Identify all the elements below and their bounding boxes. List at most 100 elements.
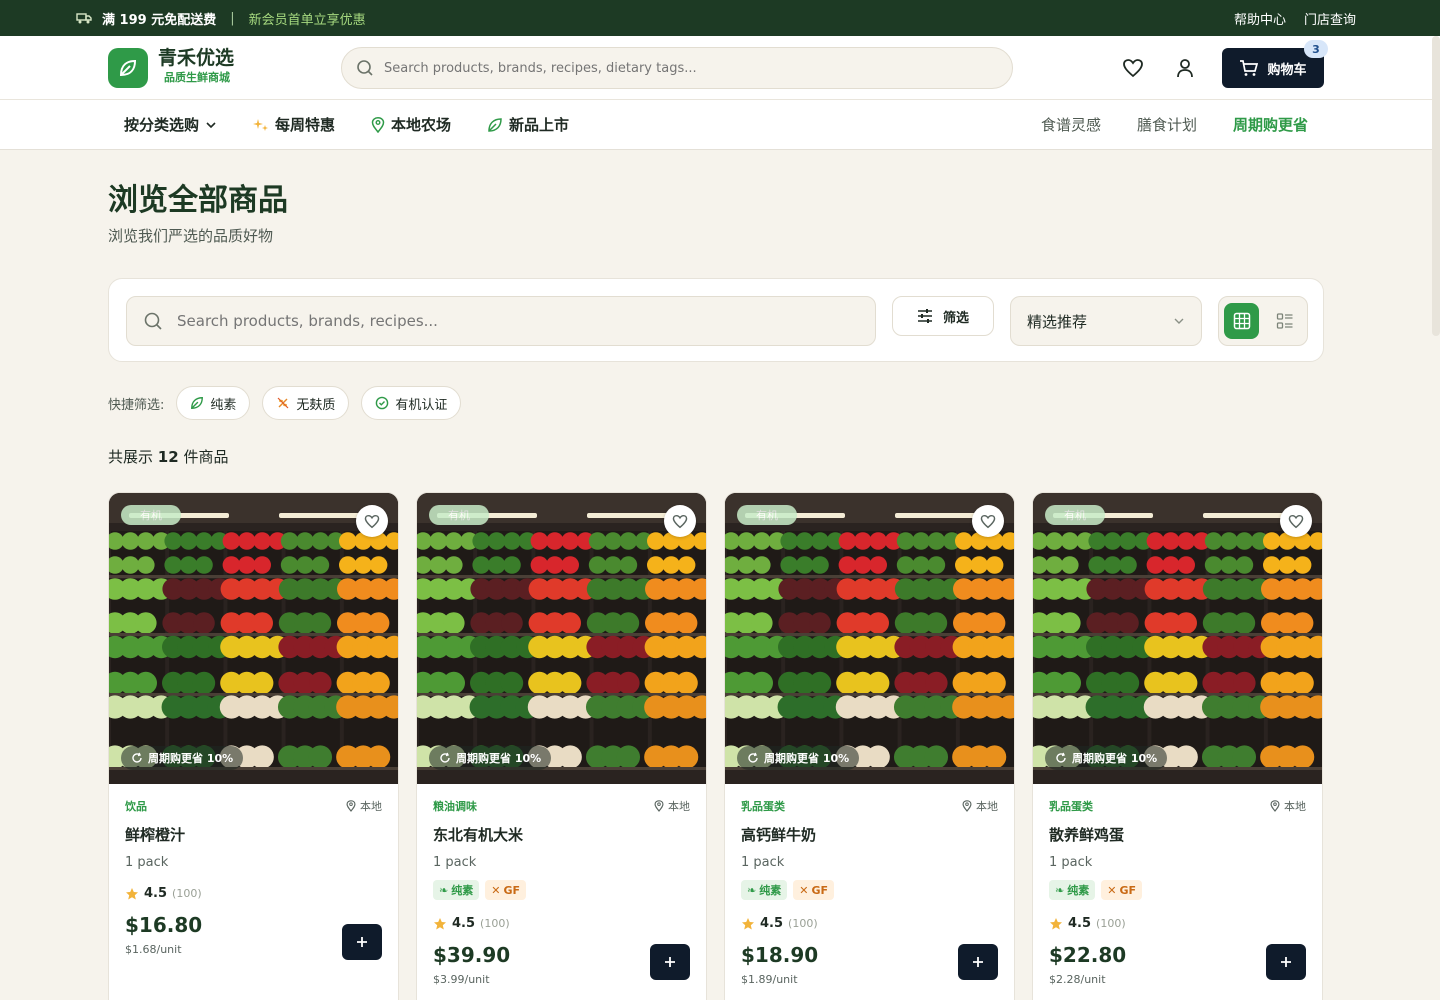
favorite-button[interactable] bbox=[972, 505, 1004, 537]
product-search-bar[interactable] bbox=[126, 296, 876, 346]
account-button[interactable] bbox=[1166, 49, 1204, 87]
refresh-icon bbox=[748, 752, 758, 763]
favorite-button[interactable] bbox=[664, 505, 696, 537]
product-name[interactable]: 东北有机大米 bbox=[433, 824, 690, 845]
add-to-cart-button[interactable] bbox=[1266, 944, 1306, 980]
wishlist-button[interactable] bbox=[1114, 49, 1152, 87]
filter-button[interactable]: 筛选 bbox=[892, 296, 994, 336]
product-origin-label: 本地 bbox=[360, 800, 382, 813]
product-unit: 1 pack bbox=[741, 855, 785, 870]
product-category[interactable]: 粮油调味 bbox=[433, 798, 477, 814]
wheat-off-icon: ✕ bbox=[491, 883, 501, 897]
nav-meal-plans[interactable]: 膳食计划 bbox=[1137, 114, 1197, 135]
chip-gluten-free[interactable]: 无麸质 bbox=[262, 386, 350, 420]
cart-icon bbox=[1240, 60, 1259, 76]
header-search-bar[interactable] bbox=[341, 47, 1013, 89]
product-rating: 4.5 (100) bbox=[433, 916, 690, 931]
nav-weekly-deals[interactable]: 每周特惠 bbox=[253, 114, 335, 135]
nav-right: 食谱灵感 膳食计划 周期购更省 bbox=[1041, 114, 1308, 135]
rating-value: 4.5 bbox=[144, 886, 168, 901]
review-count: (100) bbox=[788, 917, 818, 930]
help-center-link[interactable]: 帮助中心 bbox=[1234, 9, 1286, 28]
nav-weekly-deals-label: 每周特惠 bbox=[275, 116, 336, 134]
nav-recipes[interactable]: 食谱灵感 bbox=[1041, 114, 1101, 135]
subscribe-badge-label: 周期购更省 10% bbox=[148, 752, 234, 765]
product-card[interactable]: 有机 周期购更省 10% 乳品蛋类 本地 高钙鲜牛奶 1 pack ❧ 纯素 ✕ GF bbox=[724, 492, 1015, 1000]
page-scrollbar[interactable] bbox=[1432, 36, 1440, 336]
add-to-cart-button[interactable] bbox=[650, 944, 690, 980]
location-pin-icon bbox=[371, 116, 385, 133]
heart-icon bbox=[672, 514, 688, 528]
product-category[interactable]: 饮品 bbox=[125, 798, 147, 814]
nav-left: 按分类选购 每周特惠 本地农场 新品上市 bbox=[124, 114, 569, 135]
product-image[interactable]: 有机 周期购更省 10% bbox=[417, 493, 706, 784]
product-unit: 1 pack bbox=[1049, 855, 1093, 870]
product-card[interactable]: 有机 周期购更省 10% 粮油调味 本地 东北有机大米 1 pack ❧ 纯素 ✕ G… bbox=[416, 492, 707, 1000]
result-count: 共展示 12 件商品 bbox=[108, 446, 228, 467]
product-image[interactable]: 有机 周期购更省 10% bbox=[1033, 493, 1322, 784]
organic-badge: 有机 bbox=[121, 505, 181, 525]
subscribe-badge: 周期购更省 10% bbox=[121, 746, 244, 770]
star-icon bbox=[742, 917, 754, 929]
sort-select[interactable]: 精选推荐 bbox=[1010, 296, 1202, 346]
product-category[interactable]: 乳品蛋类 bbox=[1049, 798, 1093, 814]
logo[interactable]: 青禾优选 品质生鲜商城 bbox=[108, 47, 340, 88]
add-to-cart-button[interactable] bbox=[342, 924, 382, 960]
product-search-input[interactable] bbox=[177, 312, 857, 330]
organic-badge: 有机 bbox=[429, 505, 489, 525]
wheat-off-icon bbox=[277, 397, 289, 409]
grid-view-button[interactable] bbox=[1224, 303, 1259, 339]
product-image[interactable]: 有机 周期购更省 10% bbox=[725, 493, 1014, 784]
gluten-free-tag: ✕ GF bbox=[485, 880, 526, 900]
subscribe-badge-label: 周期购更省 10% bbox=[764, 752, 850, 765]
quick-filters: 快捷筛选: 纯素 无麸质 有机认证 bbox=[108, 386, 462, 420]
review-count: (100) bbox=[480, 917, 510, 930]
organic-badge-label: 有机 bbox=[1064, 509, 1086, 522]
cart-count-badge: 3 bbox=[1304, 40, 1328, 58]
chip-gluten-free-label: 无麸质 bbox=[296, 397, 336, 413]
product-toolbar: 筛选 精选推荐 bbox=[108, 278, 1324, 362]
plus-icon bbox=[665, 957, 675, 967]
product-tags: ❧ 纯素 ✕ GF bbox=[741, 880, 998, 900]
list-icon bbox=[1276, 313, 1292, 329]
chip-vegan[interactable]: 纯素 bbox=[176, 386, 251, 420]
plus-icon bbox=[973, 957, 983, 967]
heart-icon bbox=[980, 514, 996, 528]
nav-new-arrivals-label: 新品上市 bbox=[509, 116, 570, 134]
organic-badge-label: 有机 bbox=[448, 509, 470, 522]
product-name[interactable]: 高钙鲜牛奶 bbox=[741, 824, 998, 845]
product-image[interactable]: 有机 周期购更省 10% bbox=[109, 493, 398, 784]
product-unit: 1 pack bbox=[433, 855, 477, 870]
product-info: 乳品蛋类 本地 高钙鲜牛奶 1 pack ❧ 纯素 ✕ GF 4.5 (100) $1… bbox=[725, 784, 1014, 1000]
view-toggle bbox=[1218, 296, 1308, 346]
main-nav: 按分类选购 每周特惠 本地农场 新品上市 食谱灵感 膳食计划 周期购更省 bbox=[0, 100, 1440, 150]
nav-subscribe-save[interactable]: 周期购更省 bbox=[1233, 114, 1308, 135]
nav-new-arrivals[interactable]: 新品上市 bbox=[487, 114, 569, 135]
list-view-button[interactable] bbox=[1267, 303, 1302, 339]
nav-local-farms[interactable]: 本地农场 bbox=[371, 114, 451, 135]
product-rating: 4.5 (100) bbox=[125, 886, 382, 901]
user-icon bbox=[1177, 59, 1193, 78]
shipping-promo-text: 满 199 元免配送费 bbox=[102, 12, 217, 28]
product-card[interactable]: 有机 周期购更省 10% 饮品 本地 鲜榨橙汁 1 pack 4.5 (100)… bbox=[108, 492, 399, 1000]
product-name[interactable]: 散养鲜鸡蛋 bbox=[1049, 824, 1306, 845]
favorite-button[interactable] bbox=[356, 505, 388, 537]
cart-button[interactable]: 购物车 3 bbox=[1222, 40, 1328, 88]
nav-shop-by-category[interactable]: 按分类选购 bbox=[124, 114, 217, 135]
nav-shop-by-category-label: 按分类选购 bbox=[124, 116, 200, 134]
header-search-input[interactable] bbox=[384, 60, 984, 76]
location-pin-icon bbox=[1270, 800, 1280, 812]
refresh-icon bbox=[132, 752, 142, 763]
leaf-icon: ❧ bbox=[439, 883, 449, 897]
store-locator-link[interactable]: 门店查询 bbox=[1304, 9, 1356, 28]
product-card[interactable]: 有机 周期购更省 10% 乳品蛋类 本地 散养鲜鸡蛋 1 pack ❧ 纯素 ✕ GF bbox=[1032, 492, 1323, 1000]
product-category[interactable]: 乳品蛋类 bbox=[741, 798, 785, 814]
promo-separator: | bbox=[230, 10, 235, 26]
favorite-button[interactable] bbox=[1280, 505, 1312, 537]
product-name[interactable]: 鲜榨橙汁 bbox=[125, 824, 382, 845]
chip-organic[interactable]: 有机认证 bbox=[361, 386, 462, 420]
product-unit: 1 pack bbox=[125, 855, 169, 870]
product-meta-row: 粮油调味 本地 bbox=[433, 798, 690, 814]
page-subtitle: 浏览我们严选的品质好物 bbox=[108, 227, 274, 245]
add-to-cart-button[interactable] bbox=[958, 944, 998, 980]
